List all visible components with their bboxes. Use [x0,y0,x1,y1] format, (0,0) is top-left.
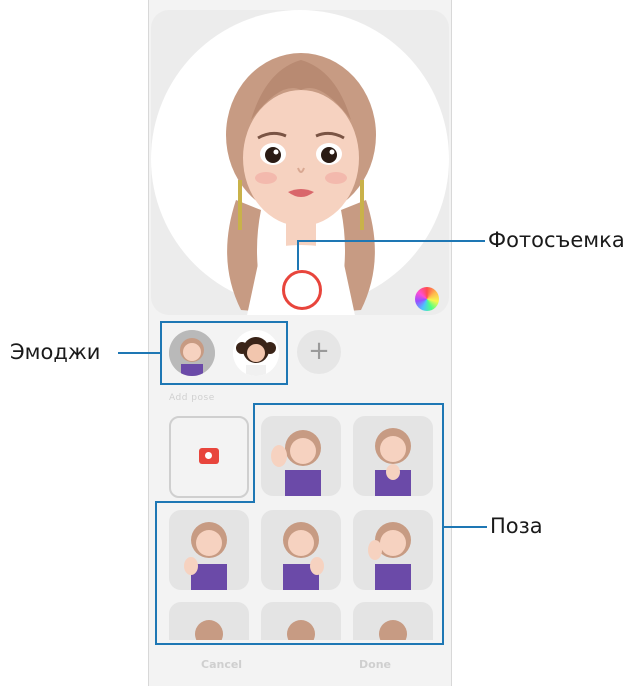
capture-button[interactable] [282,270,322,310]
pose-callout-label: Поза [490,514,543,538]
pose-leader [443,526,487,528]
camera-preview [151,10,449,315]
pose-callout-box [155,403,444,645]
done-button[interactable]: Done [359,658,391,671]
emoji-callout-box [160,321,288,385]
capture-leader-vertical [297,240,299,270]
capture-leader-horizontal [297,240,485,242]
capture-callout-label: Фотосъемка [488,228,625,252]
bottom-action-bar: Cancel Done [149,648,451,686]
cancel-button[interactable]: Cancel [201,658,242,671]
emoji-callout-label: Эмоджи [10,340,101,364]
emoji-leader [118,352,160,354]
color-palette-icon[interactable] [415,287,439,311]
add-emoji-button[interactable]: + [297,330,341,374]
